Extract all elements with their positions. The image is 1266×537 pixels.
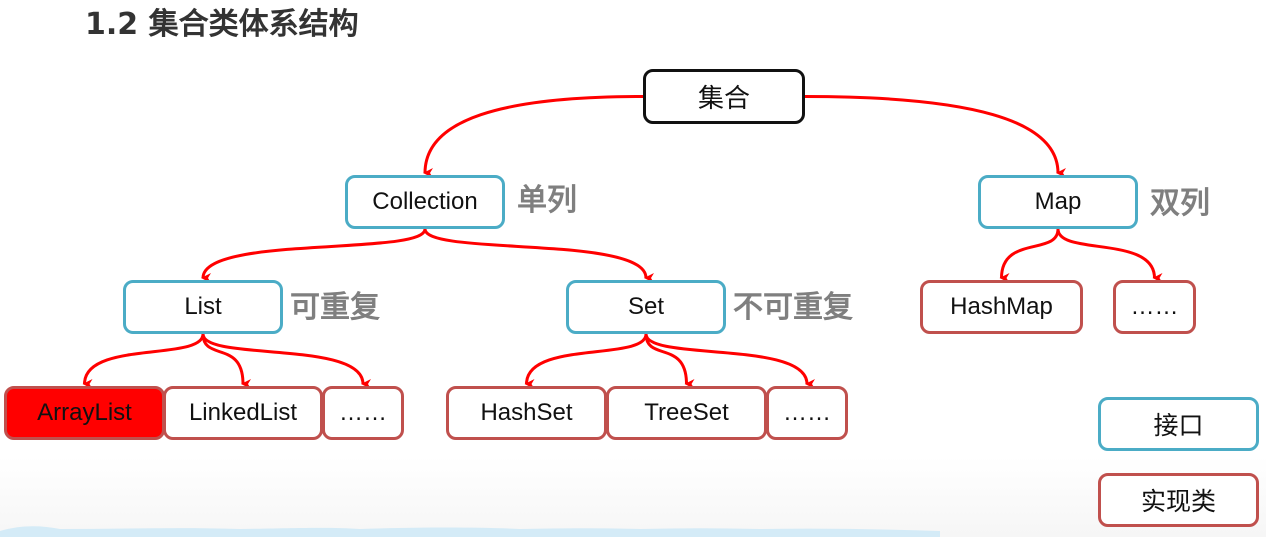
connector-set-to-set_more <box>644 333 816 389</box>
map-more-implementations-node: …… <box>1113 280 1196 334</box>
decorative-bottom-wave <box>0 526 940 537</box>
treeset-class-node: TreeSet <box>606 386 767 440</box>
legend-interface-label: 接口 <box>1153 411 1204 440</box>
connector-map-to-map_more <box>1056 228 1163 283</box>
set-more-implementations-node: …… <box>766 386 848 440</box>
connector-list-to-list_more <box>201 333 372 389</box>
list-note-repeatable: 可重复 <box>290 290 380 325</box>
map-more-label: …… <box>1130 293 1179 320</box>
connector-collection-to-set <box>423 228 655 283</box>
hashmap-class-node: HashMap <box>920 280 1083 334</box>
list-more-label: …… <box>339 399 387 426</box>
connector-set-to-hashset <box>524 333 648 390</box>
list-more-implementations-node: …… <box>322 386 404 440</box>
root-node-collections: 集合 <box>643 69 805 124</box>
connector-root-to-map <box>804 95 1067 178</box>
list-label: List <box>184 293 222 320</box>
set-more-label: …… <box>783 399 831 426</box>
linkedlist-class-node: LinkedList <box>163 386 323 440</box>
legend-implementation-label: 实现类 <box>1140 487 1216 516</box>
collection-note-single-column: 单列 <box>517 183 577 218</box>
map-label: Map <box>1034 188 1082 215</box>
hashset-label: HashSet <box>480 399 573 426</box>
hashmap-label: HashMap <box>950 293 1053 320</box>
map-interface-node: Map <box>978 175 1138 229</box>
hashset-class-node: HashSet <box>446 386 607 440</box>
connector-root-to-collection <box>423 95 644 179</box>
arraylist-class-node-highlighted: ArrayList <box>4 386 165 440</box>
connector-list-to-arraylist <box>82 333 205 390</box>
collection-label: Collection <box>372 188 478 215</box>
map-note-double-column: 双列 <box>1150 186 1210 221</box>
list-interface-node: List <box>123 280 283 334</box>
root-node-label: 集合 <box>697 84 750 114</box>
legend-implementation-class: 实现类 <box>1098 473 1259 527</box>
set-note-non-repeatable: 不可重复 <box>733 290 853 325</box>
legend-interface: 接口 <box>1098 397 1259 451</box>
hierarchy-connectors <box>82 95 1163 390</box>
linkedlist-label: LinkedList <box>188 399 298 426</box>
arraylist-label: ArrayList <box>37 399 132 426</box>
set-label: Set <box>627 293 665 320</box>
connector-map-to-hashmap <box>999 228 1060 284</box>
set-interface-node: Set <box>566 280 726 334</box>
collection-interface-node: Collection <box>345 175 505 229</box>
connector-collection-to-list <box>201 228 427 284</box>
treeset-label: TreeSet <box>644 399 729 426</box>
